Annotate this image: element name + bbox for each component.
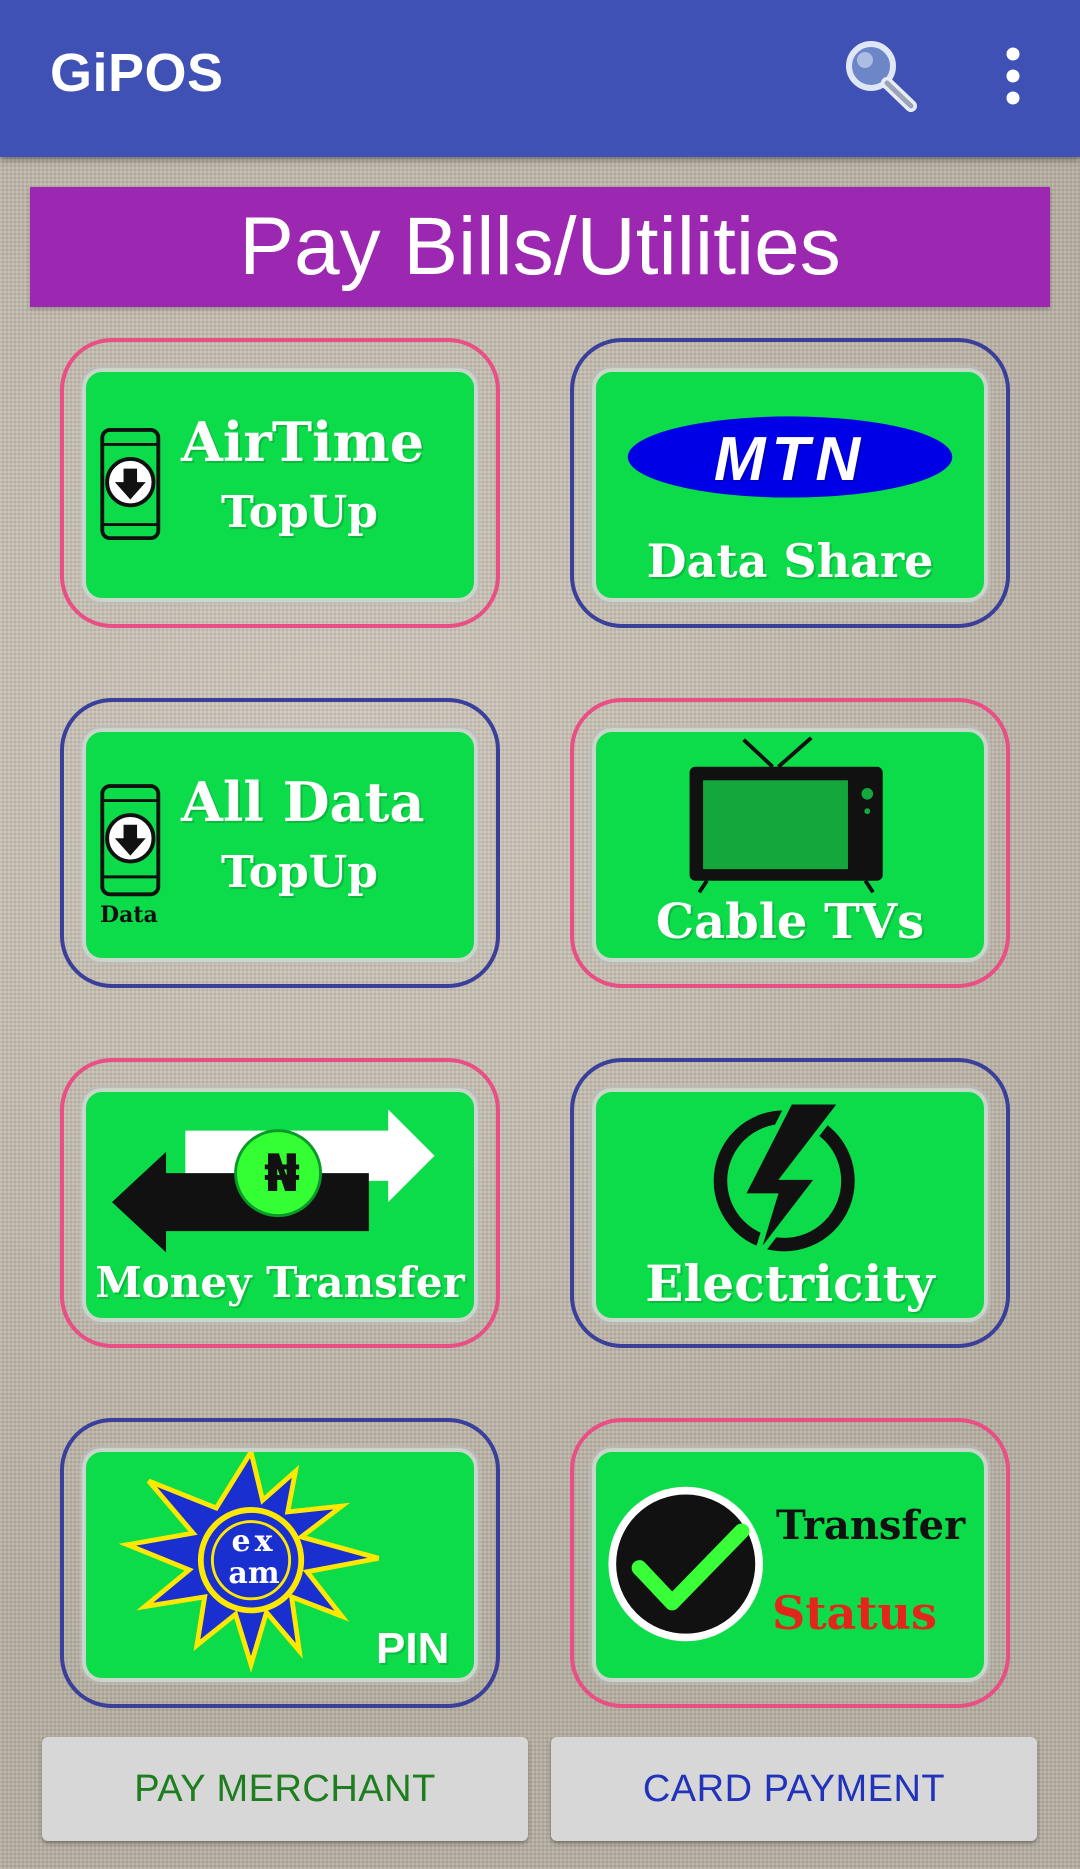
electricity-tile[interactable]: Electricity: [570, 1058, 1010, 1348]
tile-label: Electricity: [645, 1254, 935, 1313]
pay-merchant-button[interactable]: PAY MERCHANT: [42, 1737, 528, 1841]
badge-text-top: ex: [231, 1524, 277, 1559]
search-icon: [846, 41, 917, 112]
all-data-topup-button[interactable]: Data All Data TopUp: [82, 728, 478, 962]
electricity-button[interactable]: Electricity: [592, 1088, 988, 1322]
icon-caption: Data: [100, 902, 158, 928]
naira-symbol: ₦: [263, 1144, 301, 1204]
phone-download-icon: [100, 428, 161, 541]
badge-text-bottom: am: [228, 1556, 280, 1591]
mtn-logo-text: MTN: [713, 425, 867, 494]
search-button[interactable]: [835, 32, 925, 122]
tile-label: Cable TVs: [655, 894, 925, 950]
app-bar: GiPOS: [0, 0, 1080, 157]
mtn-data-share-button[interactable]: MTN Data Share: [592, 368, 988, 602]
cable-tvs-button[interactable]: Cable TVs: [592, 728, 988, 962]
mtn-data-share-tile[interactable]: MTN Data Share: [570, 338, 1010, 628]
tile-sublabel: Status: [772, 1586, 937, 1640]
card-payment-button[interactable]: CARD PAYMENT: [551, 1737, 1037, 1841]
all-data-topup-tile[interactable]: Data All Data TopUp: [60, 698, 500, 988]
more-vert-icon: [1006, 47, 1020, 105]
transfer-status-tile[interactable]: Transfer Status: [570, 1418, 1010, 1708]
money-transfer-tile[interactable]: ₦ Money Transfer: [60, 1058, 500, 1348]
tile-label: Data Share: [646, 534, 934, 588]
tile-sublabel: TopUp: [221, 487, 378, 538]
overflow-menu-button[interactable]: [985, 38, 1041, 118]
transfer-status-button[interactable]: Transfer Status: [592, 1448, 988, 1682]
airtime-topup-button[interactable]: AirTime TopUp: [82, 368, 478, 602]
check-circle-icon: [608, 1486, 763, 1642]
cable-tvs-tile[interactable]: Cable TVs: [570, 698, 1010, 988]
exam-pin-tile[interactable]: ex am PIN: [60, 1418, 500, 1708]
tile-label: Money Transfer: [95, 1258, 465, 1307]
tile-label: Transfer: [776, 1502, 966, 1549]
tile-label: AirTime: [181, 410, 425, 474]
app-title: GiPOS: [50, 43, 224, 103]
exam-pin-button[interactable]: ex am PIN: [82, 1448, 478, 1682]
tile-label: PIN: [376, 1624, 450, 1673]
money-transfer-button[interactable]: ₦ Money Transfer: [82, 1088, 478, 1322]
page-title-banner: Pay Bills/Utilities: [30, 187, 1050, 307]
tile-sublabel: TopUp: [221, 847, 378, 898]
airtime-topup-tile[interactable]: AirTime TopUp: [60, 338, 500, 628]
tile-label: All Data: [181, 770, 425, 834]
